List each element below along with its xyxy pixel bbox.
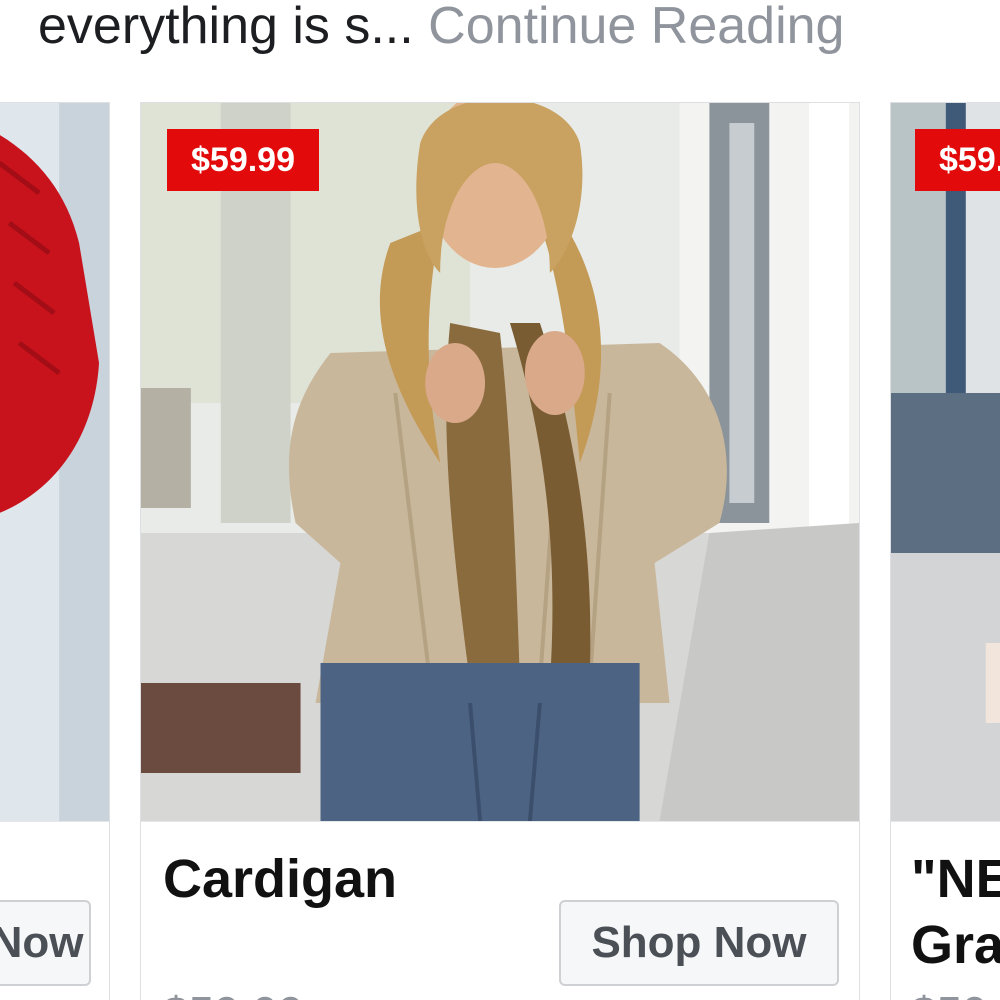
product-image-red-sweater[interactable]	[0, 103, 109, 821]
post-caption: everything is s... Continue Reading	[38, 0, 844, 56]
product-title[interactable]: Cardigan	[163, 848, 397, 910]
post-caption-text: everything is s...	[38, 0, 414, 55]
price-tag-badge: $59.99	[915, 129, 1000, 191]
product-image-cardigan[interactable]	[141, 103, 859, 821]
product-card-cardigan[interactable]: $59.99 Cardigan Shop Now $59.99	[140, 102, 860, 1000]
product-title-line1[interactable]: "NEW"	[911, 848, 1000, 910]
product-image-gray[interactable]	[891, 103, 1000, 821]
product-title-line2[interactable]: Gray	[911, 914, 1000, 976]
product-info-right: "NEW" Gray $59.99	[891, 821, 1000, 1000]
continue-reading-link[interactable]: Continue Reading	[428, 0, 844, 55]
product-card-left[interactable]: Shop Now	[0, 102, 110, 1000]
product-card-right[interactable]: $59.99 "NEW" Gray $59.99	[890, 102, 1000, 1000]
product-carousel[interactable]: Shop Now	[0, 102, 1000, 1000]
shop-now-button[interactable]: Shop Now	[559, 900, 839, 986]
product-info-left: Shop Now	[0, 821, 109, 1000]
shop-now-button[interactable]: Shop Now	[0, 900, 91, 986]
price-tag-badge: $59.99	[167, 129, 319, 191]
product-price: $59.99	[911, 986, 1000, 1000]
product-price: $59.99	[163, 986, 304, 1000]
product-info-cardigan: Cardigan Shop Now $59.99	[141, 821, 859, 1000]
